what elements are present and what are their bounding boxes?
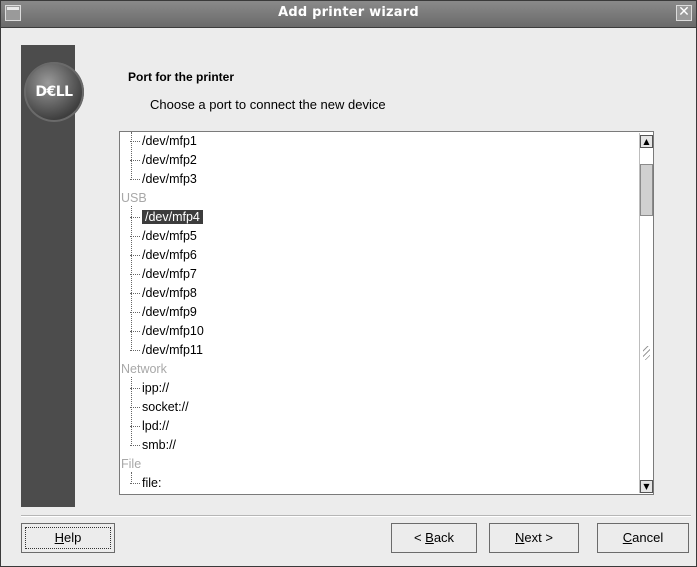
window-title: Add printer wizard — [278, 5, 419, 20]
port-item[interactable]: /dev/mfp8 — [130, 284, 200, 303]
port-group-network[interactable]: Network — [121, 360, 167, 379]
port-item[interactable]: /dev/mfp1 — [130, 132, 200, 151]
port-item-label: lpd:// — [142, 419, 170, 433]
wizard-sidebar: D€LL — [21, 45, 84, 507]
port-item[interactable]: /dev/mfp9 — [130, 303, 200, 322]
port-item-label: /dev/mfp1 — [142, 134, 197, 148]
port-item-label: /dev/mfp7 — [142, 267, 197, 281]
port-item[interactable]: socket:// — [130, 398, 192, 417]
port-item[interactable]: lpd:// — [130, 417, 172, 436]
port-item-label: /dev/mfp3 — [142, 172, 197, 186]
port-item-label: /dev/mfp5 — [142, 229, 197, 243]
button-separator — [21, 515, 691, 517]
port-item-label: smb:// — [142, 438, 177, 452]
port-item[interactable]: /dev/mfp11 — [130, 341, 206, 360]
port-item[interactable]: ipp:// — [130, 379, 172, 398]
port-item[interactable]: /dev/mfp3 — [130, 170, 200, 189]
port-group-usb[interactable]: USB — [121, 189, 147, 208]
close-icon[interactable]: ✕ — [676, 5, 692, 21]
add-printer-wizard-window: Add printer wizard ✕ D€LL Port for the p… — [0, 0, 697, 567]
back-button[interactable]: < Back — [391, 523, 477, 553]
scroll-track[interactable] — [640, 148, 653, 479]
port-item[interactable]: /dev/mfp4 — [130, 208, 203, 227]
port-item[interactable]: /dev/mfp2 — [130, 151, 200, 170]
page-subtitle: Choose a port to connect the new device — [150, 97, 386, 112]
dell-logo-icon: D€LL — [24, 62, 84, 122]
port-item[interactable]: /dev/mfp7 — [130, 265, 200, 284]
help-button[interactable]: Help — [21, 523, 115, 553]
port-item-label: /dev/mfp2 — [142, 153, 197, 167]
port-item[interactable]: /dev/mfp10 — [130, 322, 207, 341]
port-item[interactable]: file: — [130, 474, 164, 493]
scroll-down-arrow-icon[interactable]: ▼ — [640, 480, 653, 493]
port-item-label: socket:// — [142, 400, 189, 414]
port-item-label: /dev/mfp8 — [142, 286, 197, 300]
page-title: Port for the printer — [128, 70, 235, 84]
port-item[interactable]: smb:// — [130, 436, 179, 455]
scroll-up-arrow-icon[interactable]: ▲ — [640, 135, 653, 148]
tree-connector-line — [131, 377, 132, 446]
vertical-scrollbar[interactable]: ▲ ▼ — [639, 133, 653, 493]
tree-connector-line — [131, 132, 132, 180]
scroll-thumb[interactable] — [640, 164, 653, 216]
port-item-label: /dev/mfp6 — [142, 248, 197, 262]
title-bar[interactable]: Add printer wizard ✕ — [1, 1, 696, 28]
tree-connector-line — [131, 206, 132, 351]
port-item[interactable]: /dev/mfp5 — [130, 227, 200, 246]
logo-text: D€LL — [35, 84, 73, 100]
port-item-label: ipp:// — [142, 381, 170, 395]
next-button[interactable]: Next > — [489, 523, 579, 553]
tree-connector-line — [131, 472, 132, 484]
port-item-label: /dev/mfp11 — [142, 343, 203, 357]
port-item-label: /dev/mfp10 — [142, 324, 204, 338]
port-item-label: /dev/mfp9 — [142, 305, 197, 319]
port-item-label: file: — [142, 476, 162, 490]
port-item[interactable]: /dev/mfp6 — [130, 246, 200, 265]
port-item-label: /dev/mfp4 — [142, 210, 203, 224]
port-tree-list[interactable]: ▲ ▼ /dev/mfp1/dev/mfp2/dev/mfp3 USB/dev/m… — [119, 131, 654, 495]
resize-grip-icon — [643, 346, 650, 360]
cancel-button[interactable]: Cancel — [597, 523, 689, 553]
